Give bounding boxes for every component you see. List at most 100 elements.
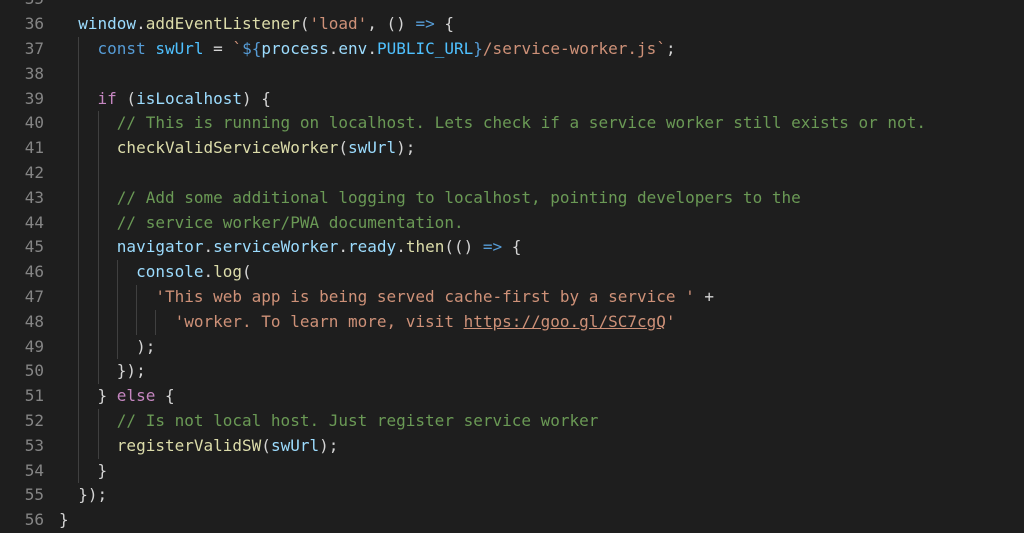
- indent-guide: [97, 260, 99, 285]
- indent-guide: [78, 210, 80, 236]
- code-token: ': [665, 311, 676, 331]
- code-line[interactable]: 44 // service worker/PWA documentation.: [0, 211, 1024, 236]
- indent-guide: [97, 111, 99, 137]
- code-token: swUrl: [270, 435, 320, 455]
- code-link[interactable]: https://goo.gl/SC7cgQ: [464, 312, 666, 331]
- code-line[interactable]: 49);: [0, 335, 1024, 360]
- code-token: .: [203, 262, 214, 282]
- code-token: /service-worker.js`: [482, 39, 666, 58]
- indent-guide: [78, 136, 80, 161]
- code-line[interactable]: 50});: [0, 359, 1024, 384]
- indent-guide: [155, 309, 157, 335]
- line-number: 46: [24, 262, 44, 282]
- code-token: .: [136, 14, 146, 34]
- code-token: swUrl: [348, 138, 397, 158]
- code-token: );: [396, 138, 416, 158]
- code-token: registerValidSW: [116, 435, 262, 455]
- line-number: 45: [24, 237, 44, 257]
- code-line[interactable]: 37 const swUrl = `${process.env.PUBLIC_UR…: [0, 37, 1024, 62]
- code-token: .: [367, 39, 377, 58]
- code-token: , (): [367, 14, 416, 34]
- code-token: (: [242, 262, 252, 282]
- line-number: 38: [24, 63, 44, 83]
- indent-guide: [97, 285, 99, 310]
- indent-guide: [97, 334, 99, 360]
- code-token: ((): [444, 237, 483, 257]
- code-token: +: [694, 287, 715, 306]
- line-number: 37: [24, 39, 44, 58]
- indent-guide: [78, 285, 80, 310]
- code-line[interactable]: 56}: [0, 508, 1024, 533]
- code-token: (: [261, 435, 271, 455]
- code-line[interactable]: 47 'This web app is being served cache-fi…: [0, 285, 1024, 310]
- code-token: env: [338, 39, 368, 58]
- indent-guide: [78, 409, 80, 434]
- code-token: serviceWorker: [213, 237, 339, 257]
- code-token: .: [328, 39, 339, 58]
- code-token: =>: [415, 14, 435, 34]
- code-text: window.addEventListener('load', () => {: [78, 12, 454, 37]
- code-text: registerValidSW(swUrl);: [117, 434, 339, 459]
- indent-guide: [78, 359, 80, 385]
- indent-guide: [97, 433, 99, 459]
- indent-guide: [78, 185, 80, 211]
- indent-guide: [78, 86, 80, 112]
- code-token: // Add some additional logging to localh…: [116, 187, 801, 207]
- code-line[interactable]: 55});: [0, 483, 1024, 508]
- code-line[interactable]: 38: [0, 62, 1024, 87]
- code-line[interactable]: 40 // This is running on localhost. Lets …: [0, 111, 1024, 136]
- code-line[interactable]: 53 registerValidSW(swUrl);: [0, 434, 1024, 459]
- code-line[interactable]: 42: [0, 161, 1024, 186]
- code-line[interactable]: 43 // Add some additional logging to loca…: [0, 186, 1024, 211]
- code-token: 'This web app is being served cache-firs…: [155, 287, 695, 306]
- line-number: 40: [24, 113, 44, 133]
- indent-guide: [97, 136, 99, 161]
- code-text: // Add some additional logging to localh…: [117, 186, 801, 211]
- code-line[interactable]: 54}: [0, 459, 1024, 484]
- indent-guide: [78, 61, 80, 87]
- code-text: 'This web app is being served cache-firs…: [155, 285, 714, 310]
- indent-guide: [97, 210, 99, 236]
- code-token: }: [97, 460, 108, 480]
- code-token: checkValidServiceWorker: [116, 138, 339, 158]
- code-line[interactable]: 45 navigator.serviceWorker.ready.then(() …: [0, 235, 1024, 260]
- indent-guide: [78, 260, 80, 285]
- code-line[interactable]: 35: [0, 0, 1024, 12]
- line-number: 54: [24, 460, 44, 480]
- line-number: 42: [24, 163, 44, 182]
- code-line[interactable]: 39 if (isLocalhost) {: [0, 87, 1024, 112]
- line-number: 43: [24, 187, 44, 207]
- code-line[interactable]: 36 window.addEventListener('load', () => …: [0, 12, 1024, 37]
- code-editor[interactable]: 3536window.addEventListener('load', () =…: [0, 0, 1024, 529]
- code-text: if (isLocalhost) {: [98, 87, 271, 112]
- line-number: 49: [24, 336, 44, 356]
- code-token: );: [136, 336, 156, 356]
- code-text: }: [98, 459, 108, 484]
- code-text: console.log(: [136, 260, 252, 285]
- code-line[interactable]: 51} else {: [0, 384, 1024, 409]
- indent-guide: [97, 409, 99, 434]
- code-token: const: [97, 39, 146, 58]
- line-number: 55: [24, 485, 44, 505]
- indent-guide: [116, 260, 118, 285]
- code-token: // This is running on localhost. Lets ch…: [116, 113, 926, 133]
- code-token: (: [116, 88, 137, 108]
- indent-guide: [97, 359, 99, 385]
- code-line[interactable]: 41 checkValidServiceWorker(swUrl);: [0, 136, 1024, 161]
- line-number: 56: [24, 510, 44, 530]
- code-token: {: [502, 237, 522, 257]
- code-text: );: [136, 335, 155, 360]
- indent-guide: [97, 161, 99, 186]
- code-line[interactable]: 48 'worker. To learn more, visit https://…: [0, 310, 1024, 335]
- code-text: 'worker. To learn more, visit https://go…: [175, 310, 676, 335]
- code-token: // service worker/PWA documentation.: [116, 212, 464, 232]
- code-text: });: [117, 359, 146, 384]
- code-token: swUrl: [155, 39, 204, 58]
- code-text: checkValidServiceWorker(swUrl);: [117, 136, 416, 161]
- code-token: `: [232, 39, 243, 58]
- indent-guide: [116, 309, 118, 335]
- code-token: (: [338, 138, 348, 158]
- code-line[interactable]: 52 // Is not local host. Just register se…: [0, 409, 1024, 434]
- line-number: 51: [24, 386, 44, 406]
- code-line[interactable]: 46 console.log(: [0, 260, 1024, 285]
